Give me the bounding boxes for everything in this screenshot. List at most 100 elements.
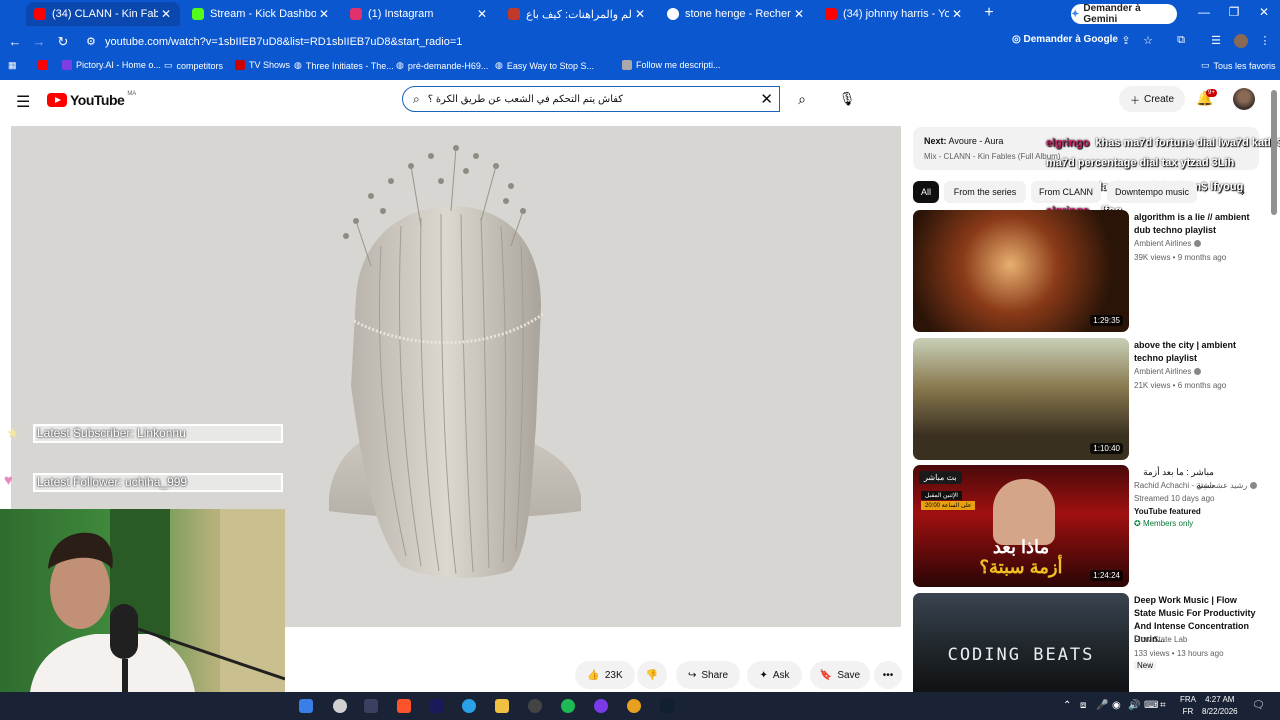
voice-search-mic-icon[interactable]: 🎙 <box>836 88 858 110</box>
back-arrow-icon[interactable]: ← <box>7 34 23 49</box>
video-title[interactable]: algorithm is a lie // ambient dub techno… <box>1134 211 1258 237</box>
list-item[interactable]: CODING BEATS Deep Work Music | Flow Stat… <box>913 593 1259 692</box>
file-explorer-icon[interactable] <box>495 699 509 713</box>
menu-dots-icon[interactable]: ⋮ <box>1258 34 1272 47</box>
forward-arrow-icon[interactable]: → <box>31 34 47 49</box>
members-only-badge: ✪ Members only <box>1134 519 1193 528</box>
browser-tab[interactable]: (34) johnny harris - YouTube ✕ <box>817 2 971 26</box>
chip-all[interactable]: All <box>913 181 939 203</box>
channel-name[interactable]: Rachid Achachi - رشيد عشعاشي <box>1134 481 1258 490</box>
reading-list-icon[interactable]: ☰ <box>1209 34 1223 47</box>
spotify-icon[interactable] <box>561 699 575 713</box>
ask-button[interactable]: ✦ Ask <box>747 661 802 689</box>
ask-google-button[interactable]: ◎ Demander à Google <box>1012 34 1118 45</box>
close-tab-icon[interactable]: ✕ <box>158 7 174 21</box>
restore-icon[interactable]: ❐ <box>1224 5 1244 19</box>
close-tab-icon[interactable]: ✕ <box>949 7 965 21</box>
dislike-button[interactable]: 👎 <box>637 661 667 689</box>
after-effects-icon[interactable] <box>430 699 444 713</box>
terminal-icon[interactable] <box>660 699 674 713</box>
reload-icon[interactable]: ↻ <box>55 34 71 50</box>
avatar[interactable] <box>1233 88 1255 110</box>
bookmark-star-icon[interactable]: ☆ <box>1141 34 1155 47</box>
video-thumbnail[interactable]: 1:29:35 <box>913 210 1129 332</box>
close-tab-icon[interactable]: ✕ <box>316 7 332 21</box>
search-input[interactable]: ⌕ كفاش يتم التحكم في الشعب عن طريق الكرة… <box>402 86 780 112</box>
browser-tab[interactable]: Stream - Kick Dashboard ✕ <box>184 2 338 26</box>
scrollbar[interactable] <box>1271 90 1277 215</box>
all-bookmarks-folder[interactable]: ▭ Tous les favoris <box>1201 60 1276 71</box>
video-title[interactable]: above the city | ambient techno playlist <box>1134 339 1258 365</box>
close-tab-icon[interactable]: ✕ <box>632 7 648 21</box>
extensions-icon[interactable]: ⧉ <box>1174 34 1188 47</box>
share-button[interactable]: ↪ Share <box>676 661 740 689</box>
video-thumbnail[interactable]: بث مباشر الإثنين المقبل 20:00 على الساعة… <box>913 465 1129 587</box>
network-icon[interactable]: ⌗ <box>1160 700 1166 711</box>
volume-icon[interactable]: 🔊 <box>1128 700 1140 711</box>
latest-follower-overlay: Latest Follower: uchiha_999 <box>33 473 283 492</box>
keyboard-icon[interactable]: ⌨ <box>1144 700 1158 711</box>
minimize-icon[interactable]: — <box>1194 5 1214 19</box>
profile-avatar[interactable] <box>1234 34 1248 48</box>
browser-tab[interactable]: stone henge - Recherche Goog ✕ <box>659 2 813 26</box>
bookmark-item[interactable]: TV Shows <box>235 60 290 70</box>
bookmark-item[interactable]: Pictory.AI - Home o... <box>62 60 161 70</box>
tray-chevron-icon[interactable]: ⌃ <box>1063 700 1071 711</box>
site-info-icon[interactable]: ⚙ <box>86 35 96 48</box>
list-item[interactable]: 1:29:35 algorithm is a lie // ambient du… <box>913 210 1259 332</box>
close-tab-icon[interactable]: ✕ <box>474 7 490 21</box>
system-clock[interactable]: 4:27 AM 8/22/2026 <box>1202 694 1238 718</box>
davinci-icon[interactable] <box>333 699 347 713</box>
outlook-icon[interactable] <box>299 699 313 713</box>
chrome-icon[interactable] <box>627 699 641 713</box>
browser-tab[interactable]: (34) CLANN - Kin Fables (Full Al ✕ <box>26 2 180 26</box>
save-button[interactable]: 🔖 Save <box>810 661 870 689</box>
list-item[interactable]: بث مباشر الإثنين المقبل 20:00 على الساعة… <box>913 465 1259 587</box>
brave-icon[interactable] <box>397 699 411 713</box>
more-actions-button[interactable]: ••• <box>874 661 902 689</box>
address-bar[interactable]: ⚙ youtube.com/watch?v=1sbIIEB7uD8&list=R… <box>80 31 1000 53</box>
search-query[interactable]: كفاش يتم التحكم في الشعب عن طريق الكرة ؟ <box>428 94 761 105</box>
channel-name[interactable]: Flow State Lab <box>1134 635 1187 644</box>
discord-icon[interactable] <box>594 699 608 713</box>
ask-gemini-button[interactable]: ✦ Demander à Gemini <box>1071 3 1177 25</box>
video-thumbnail[interactable]: CODING BEATS <box>913 593 1129 692</box>
bookmark-item[interactable]: Follow me descripti... <box>622 60 721 70</box>
chip-from-clann[interactable]: From CLANN <box>1031 181 1101 203</box>
like-button[interactable]: 👍 23K <box>575 661 635 689</box>
input-language[interactable]: FRA FR <box>1180 694 1196 718</box>
apps-grid-icon[interactable]: ▦ <box>8 60 17 71</box>
tray-app-icon[interactable]: ⧈ <box>1080 700 1086 711</box>
chip-from-series[interactable]: From the series <box>944 181 1026 203</box>
browser-tab[interactable]: كأس العالم والمراهنات: كيف باع ✕ <box>500 2 654 26</box>
create-button[interactable]: ＋ Create <box>1119 86 1185 112</box>
browser-tab[interactable]: (1) Instagram ✕ <box>342 2 496 26</box>
menu-hamburger-icon[interactable]: ☰ <box>16 92 30 112</box>
search-button[interactable]: ⌕ <box>785 86 819 112</box>
app-icon[interactable] <box>364 699 378 713</box>
bookmark-item[interactable]: ◍ pré-demande-H69... <box>396 60 488 71</box>
channel-name[interactable]: Ambient Airlines <box>1134 239 1202 248</box>
obs-icon[interactable] <box>528 699 542 713</box>
video-thumbnail[interactable]: 1:10:40 <box>913 338 1129 460</box>
bookmark-item[interactable]: ◍ Easy Way to Stop S... <box>495 60 594 71</box>
channel-name[interactable]: Ambient Airlines <box>1134 367 1202 376</box>
close-window-icon[interactable]: ✕ <box>1254 5 1274 19</box>
edge-icon[interactable] <box>462 699 476 713</box>
chevron-right-icon[interactable]: › <box>1236 181 1250 203</box>
youtube-logo[interactable]: YouTube MA <box>47 91 136 108</box>
bookmark-item[interactable] <box>38 60 48 70</box>
notifications-icon[interactable]: 🗨 <box>1252 700 1265 711</box>
bookmark-folder[interactable]: ▭ competitors <box>164 60 223 71</box>
install-icon[interactable]: ⇪ <box>1119 34 1133 47</box>
close-tab-icon[interactable]: ✕ <box>791 7 807 21</box>
mic-tray-icon[interactable]: 🎤 <box>1096 700 1108 711</box>
bookmark-item[interactable]: ◍ Three Initiates - The... <box>294 60 394 71</box>
chip-downtempo[interactable]: Downtempo music <box>1107 181 1197 203</box>
list-item[interactable]: 1:10:40 above the city | ambient techno … <box>913 338 1259 460</box>
new-tab-button[interactable]: + <box>981 4 997 22</box>
tray-app-icon[interactable]: ◉ <box>1112 700 1121 711</box>
thumb-schedule: الإثنين المقبل <box>921 491 962 500</box>
clear-search-icon[interactable]: ✕ <box>760 90 773 108</box>
share-label: Share <box>701 669 729 681</box>
